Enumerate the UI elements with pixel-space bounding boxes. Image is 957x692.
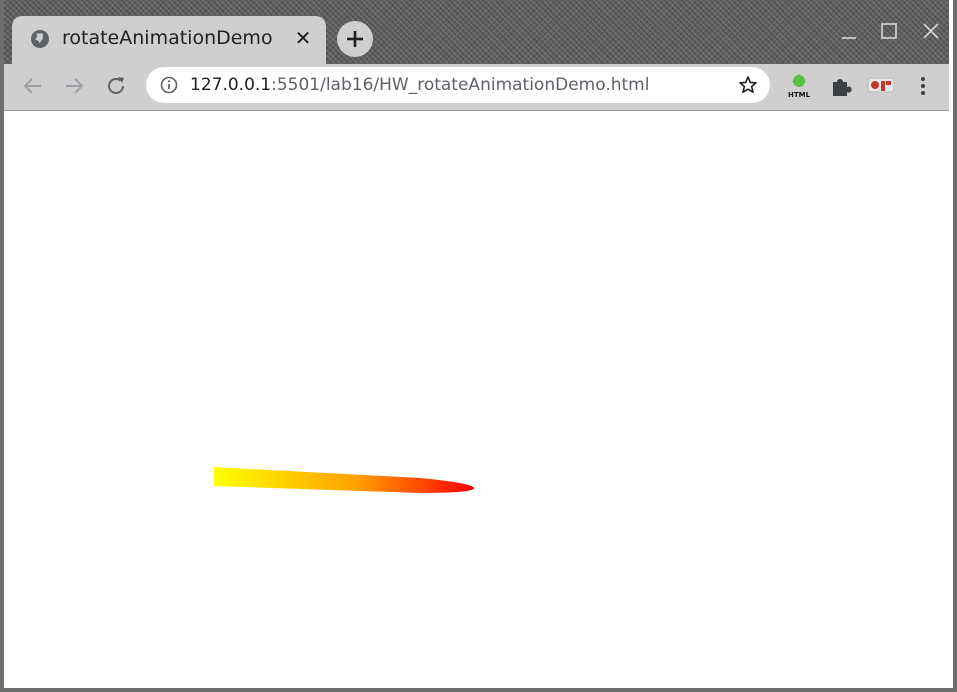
profile-extension-icon[interactable] <box>866 72 895 100</box>
animation-canvas <box>214 467 475 493</box>
arrow-left-icon <box>23 78 41 94</box>
html-extension-label: HTML <box>788 91 811 99</box>
rotating-bar <box>214 467 475 493</box>
address-bar[interactable]: 127.0.0.1:5501/lab16/HW_rotateAnimationD… <box>146 67 770 103</box>
menu-dots-icon[interactable] <box>910 72 936 100</box>
url-text[interactable]: 127.0.0.1:5501/lab16/HW_rotateAnimationD… <box>190 75 649 95</box>
url-host: 127.0.0.1 <box>190 75 272 95</box>
window-border-right <box>953 0 957 692</box>
html-extension-icon[interactable]: HTML <box>786 72 812 100</box>
window-border-left <box>0 0 4 692</box>
info-icon[interactable] <box>160 76 178 94</box>
puzzle-extensions-icon[interactable] <box>828 72 854 100</box>
back-button[interactable] <box>19 72 47 100</box>
minimize-button[interactable] <box>838 20 860 42</box>
close-window-button[interactable] <box>920 20 942 42</box>
star-icon[interactable] <box>738 75 758 95</box>
title-bar: rotateAnimationDemo ✕ <box>0 0 949 64</box>
browser-tab[interactable]: rotateAnimationDemo ✕ <box>12 16 326 64</box>
arrow-right-icon <box>66 78 84 94</box>
reload-button[interactable] <box>102 72 130 100</box>
close-icon <box>923 23 939 39</box>
reload-icon <box>108 77 124 94</box>
page-viewport <box>0 110 949 688</box>
browser-toolbar: 127.0.0.1:5501/lab16/HW_rotateAnimationD… <box>0 64 949 110</box>
new-tab-button[interactable] <box>337 21 373 57</box>
plus-icon <box>347 31 363 47</box>
forward-button[interactable] <box>60 72 88 100</box>
maximize-button[interactable] <box>878 20 900 42</box>
maximize-icon <box>881 23 897 39</box>
tab-close-button[interactable]: ✕ <box>294 27 312 49</box>
url-path: :5501/lab16/HW_rotateAnimationDemo.html <box>271 75 650 95</box>
tab-title: rotateAnimationDemo <box>62 27 273 49</box>
minimize-icon <box>842 37 856 39</box>
window-border-bottom <box>0 688 957 692</box>
globe-icon <box>31 30 49 48</box>
